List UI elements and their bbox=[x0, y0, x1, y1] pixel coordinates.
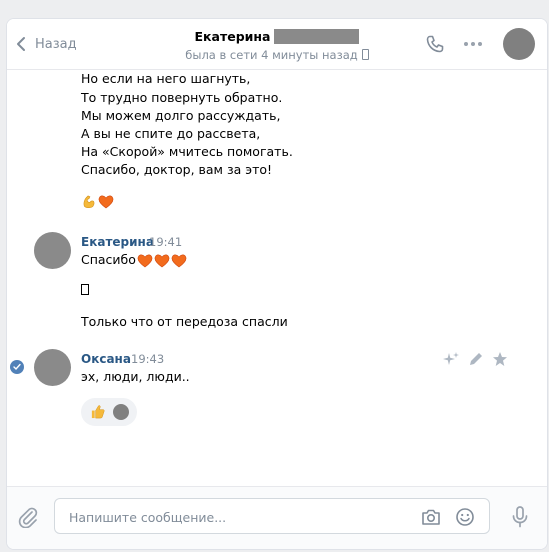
microphone-icon[interactable] bbox=[510, 506, 530, 528]
chat-window: Назад Екатерина была в сети 4 минуты наз… bbox=[6, 18, 548, 550]
message-text: Спасибо bbox=[81, 252, 136, 267]
redacted-surname bbox=[274, 29, 360, 44]
pencil-icon[interactable] bbox=[468, 351, 484, 367]
more-icon[interactable] bbox=[462, 35, 484, 53]
message-text: Только что от передоза спасли bbox=[81, 314, 288, 329]
poem-line: Мы можем долго рассуждать, bbox=[81, 108, 281, 123]
message-input-box[interactable] bbox=[54, 498, 490, 535]
heart-icon bbox=[154, 254, 170, 268]
muscle-icon bbox=[83, 195, 95, 209]
sender-avatar[interactable] bbox=[34, 232, 71, 269]
check-icon bbox=[13, 363, 21, 371]
unsupported-glyph bbox=[81, 284, 89, 295]
poem-line: То трудно повернуть обратно. bbox=[81, 90, 283, 105]
phone-icon[interactable] bbox=[425, 34, 445, 54]
sparkle-icon[interactable] bbox=[443, 351, 459, 367]
poem-line: А вы не спите до рассвета, bbox=[81, 126, 261, 141]
contact-name: Екатерина bbox=[194, 29, 271, 44]
reaction-pill[interactable] bbox=[81, 398, 137, 426]
sender-avatar[interactable] bbox=[34, 349, 71, 386]
star-icon[interactable] bbox=[492, 351, 508, 367]
reactor-avatar bbox=[113, 404, 129, 420]
composer bbox=[7, 486, 547, 549]
message-history[interactable]: Но если на него шагнуть, То трудно повер… bbox=[7, 70, 547, 486]
poem-line: Спасибо, доктор, вам за это! bbox=[81, 162, 273, 177]
message-input[interactable] bbox=[67, 499, 401, 535]
message-text: эх, люди, люди.. bbox=[81, 369, 190, 384]
mobile-icon bbox=[361, 49, 369, 60]
heart-icon bbox=[171, 254, 187, 268]
message-time[interactable]: 19:43 bbox=[131, 352, 164, 366]
camera-icon[interactable] bbox=[421, 507, 441, 527]
chat-header: Назад Екатерина была в сети 4 минуты наз… bbox=[7, 19, 547, 70]
smile-icon[interactable] bbox=[455, 507, 475, 527]
contact-avatar[interactable] bbox=[503, 28, 535, 60]
message-text-row: Спасибо bbox=[81, 251, 136, 269]
message-author[interactable]: Екатерина bbox=[81, 235, 154, 249]
selected-check[interactable] bbox=[10, 360, 24, 374]
poem-line: На «Скорой» мчитесь помогать. bbox=[81, 144, 293, 159]
poem-line: Но если на него шагнуть, bbox=[81, 71, 251, 86]
heart-icon bbox=[137, 254, 153, 268]
thumbs-up-icon bbox=[91, 405, 105, 419]
message-time[interactable]: 19:41 bbox=[149, 235, 182, 249]
emoji-row bbox=[137, 253, 187, 268]
paperclip-icon[interactable] bbox=[17, 506, 39, 528]
emoji-row bbox=[81, 194, 114, 209]
contact-status: была в сети 4 минуты назад bbox=[185, 48, 358, 62]
heart-icon bbox=[98, 195, 114, 209]
message-author[interactable]: Оксана bbox=[81, 352, 131, 366]
